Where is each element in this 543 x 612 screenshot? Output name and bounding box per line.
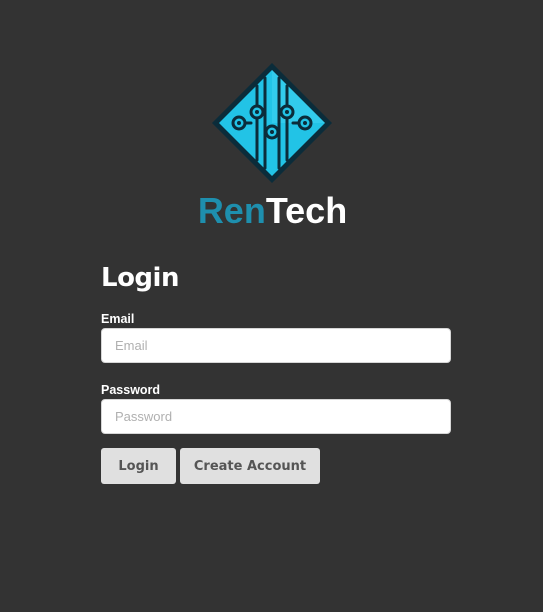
page-title: Login (101, 263, 179, 293)
brand-name: RenTech (1, 191, 543, 231)
password-label: Password (101, 383, 161, 397)
form-actions: Login Create Account (101, 448, 451, 484)
brand-name-part2: Tech (265, 190, 348, 231)
brand-header: RenTech (0, 62, 543, 231)
email-input[interactable] (101, 328, 451, 363)
create-account-button[interactable]: Create Account (180, 448, 320, 484)
circuit-diamond-icon (211, 63, 332, 183)
password-input[interactable] (101, 399, 451, 434)
login-button[interactable]: Login (101, 448, 176, 484)
brand-name-part1: Ren (197, 190, 266, 231)
email-label: Email (101, 312, 135, 326)
login-form: Login Email Password Login Create Accoun… (101, 262, 451, 484)
